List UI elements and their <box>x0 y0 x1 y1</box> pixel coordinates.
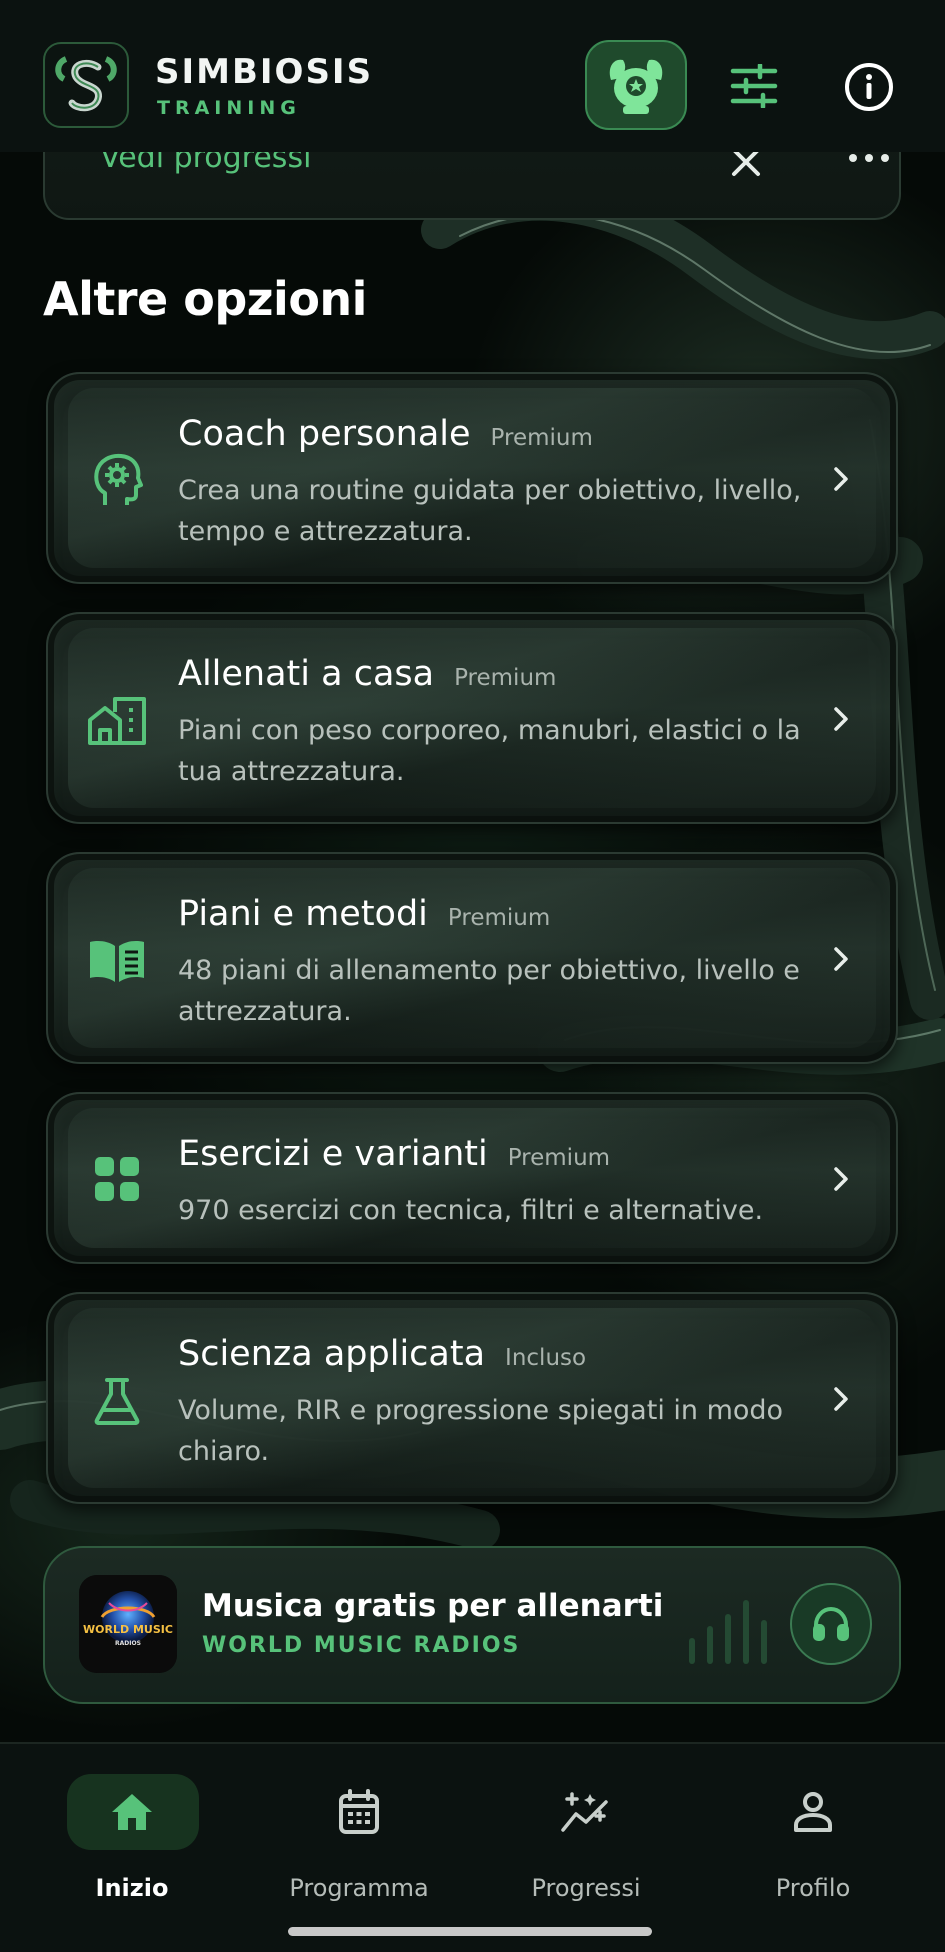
option-card-coach[interactable]: Coach personale Premium Crea una routine… <box>46 372 898 584</box>
brain-head-icon <box>84 448 150 514</box>
option-card-science[interactable]: Scienza applicata Incluso Volume, RIR e … <box>46 1292 898 1504</box>
calendar-icon <box>325 1782 393 1842</box>
music-title: Musica gratis per allenarti <box>202 1588 664 1624</box>
chevron-right-icon <box>826 1384 856 1414</box>
world-music-radios-logo: WORLD MUSIC RADIOS <box>79 1575 177 1673</box>
info-icon[interactable] <box>842 60 896 114</box>
option-title: Esercizi e varianti <box>178 1134 488 1174</box>
filter-sliders-icon[interactable] <box>726 58 782 114</box>
option-title: Allenati a casa <box>178 654 435 694</box>
bottom-navigation: Inizio Programma Progressi Profilo <box>0 1742 945 1952</box>
nav-label: Profilo <box>775 1874 851 1902</box>
option-title: Piani e metodi <box>178 894 428 934</box>
nav-item-profile[interactable]: Profilo <box>713 1774 913 1902</box>
sparkle-chart-icon <box>552 1782 620 1842</box>
person-icon <box>779 1782 847 1842</box>
option-title: Coach personale <box>178 414 471 454</box>
music-subtitle: WORLD MUSIC RADIOS <box>202 1633 521 1658</box>
chevron-right-icon <box>826 704 856 734</box>
option-description: Volume, RIR e progressione spiegati in m… <box>178 1395 784 1467</box>
music-radio-card[interactable]: WORLD MUSIC RADIOS Musica gratis per all… <box>43 1546 901 1704</box>
option-title: Scienza applicata <box>178 1334 486 1374</box>
chevron-right-icon <box>826 1164 856 1194</box>
chevron-right-icon <box>826 464 856 494</box>
option-badge: Incluso <box>505 1345 587 1371</box>
svg-text:WORLD MUSIC: WORLD MUSIC <box>83 1623 173 1636</box>
open-book-icon <box>84 928 150 994</box>
home-icon <box>98 1782 166 1842</box>
nav-label: Programma <box>289 1874 429 1902</box>
flask-icon <box>84 1368 150 1434</box>
option-description: 48 piani di allenamento per obiettivo, l… <box>178 955 800 1027</box>
option-description: Piani con peso corporeo, manubri, elasti… <box>178 715 801 787</box>
option-badge: Premium <box>454 665 557 691</box>
option-badge: Premium <box>490 425 593 451</box>
option-badge: Premium <box>447 905 551 931</box>
mascot-icon[interactable] <box>585 40 687 130</box>
home-indicator[interactable] <box>288 1927 652 1936</box>
audio-bars-icon <box>685 1596 785 1666</box>
option-card-plans[interactable]: Piani e metodi Premium 48 piani di allen… <box>46 852 898 1064</box>
option-card-home[interactable]: Allenati a casa Premium Piani con peso c… <box>46 612 898 824</box>
option-badge: Premium <box>507 1145 611 1171</box>
svg-text:RADIOS: RADIOS <box>115 1640 141 1647</box>
app-header: SIMBIOSIS TRAINING <box>0 0 945 152</box>
option-description: 970 esercizi con tecnica, filtri e alter… <box>178 1195 764 1226</box>
chevron-right-icon <box>826 944 856 974</box>
section-title: Altre opzioni <box>43 272 367 326</box>
nav-item-home[interactable]: Inizio <box>32 1774 232 1902</box>
nav-item-program[interactable]: Programma <box>259 1774 459 1902</box>
simbiosis-logo[interactable] <box>43 42 129 128</box>
headphones-icon[interactable] <box>790 1583 872 1665</box>
grid-icon <box>84 1146 150 1212</box>
nav-label: Progressi <box>531 1874 641 1902</box>
home-building-icon <box>84 688 150 754</box>
option-description: Crea una routine guidata per obiettivo, … <box>178 475 802 547</box>
option-card-exercises[interactable]: Esercizi e varianti Premium 970 esercizi… <box>46 1092 898 1264</box>
nav-item-progress[interactable]: Progressi <box>486 1774 686 1902</box>
nav-label: Inizio <box>95 1874 169 1902</box>
brand-name: SIMBIOSIS <box>155 52 374 92</box>
brand-subtitle: TRAINING <box>157 97 301 119</box>
